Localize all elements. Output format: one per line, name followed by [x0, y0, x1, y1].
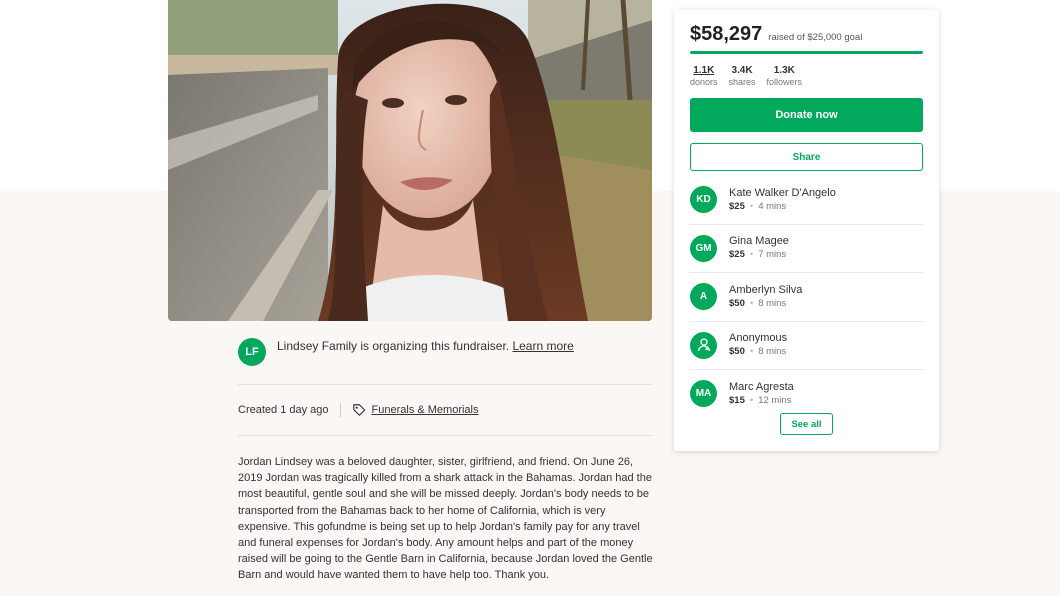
- stat-label: followers: [766, 77, 803, 87]
- divider-bottom: [238, 435, 652, 436]
- progress-fill: [690, 51, 923, 54]
- see-all-button[interactable]: See all: [780, 413, 833, 435]
- campaign-stats: 1.1K donors 3.4K shares 1.3K followers: [690, 65, 813, 88]
- donor-avatar: KD: [690, 186, 717, 214]
- donor-avatar: A: [690, 283, 717, 311]
- donation-item: GM Gina Magee $25 • 7 mins: [690, 225, 923, 273]
- donation-item: KD Kate Walker D'Angelo $25 • 4 mins: [690, 176, 923, 225]
- donation-time: 12 mins: [758, 394, 792, 406]
- donor-name: Kate Walker D'Angelo: [729, 186, 836, 199]
- donor-avatar: [690, 331, 717, 359]
- donor-name: Gina Magee: [729, 235, 789, 248]
- stat-label: shares: [728, 77, 756, 87]
- donor-name: Amberlyn Silva: [729, 283, 803, 296]
- donation-info: Anonymous $50 • 8 mins: [729, 331, 787, 359]
- donation-info: Gina Magee $25 • 7 mins: [729, 234, 789, 262]
- campaign-story: Jordan Lindsey was a beloved daughter, s…: [238, 456, 653, 582]
- donation-item: A Amberlyn Silva $50 • 8 mins: [690, 273, 923, 322]
- dot-separator: •: [749, 394, 754, 406]
- stat-label: donors: [690, 77, 718, 87]
- donate-now-button[interactable]: Donate now: [690, 98, 923, 132]
- donation-details: $50 • 8 mins: [729, 345, 787, 359]
- donation-details: $25 • 7 mins: [729, 248, 789, 262]
- stat-value: 1.1K: [693, 65, 715, 76]
- meta-separator: [339, 403, 341, 417]
- donation-details: $50 • 8 mins: [729, 297, 802, 311]
- category-link[interactable]: Funerals & Memorials: [372, 404, 479, 416]
- donation-time: 7 mins: [758, 249, 787, 261]
- donation-time: 8 mins: [758, 297, 787, 309]
- goal-text: raised of $25,000 goal: [768, 32, 863, 43]
- recent-donations-list: KD Kate Walker D'Angelo $25 • 4 mins GM Gi…: [690, 176, 923, 418]
- dot-separator: •: [749, 346, 754, 358]
- donation-info: Marc Agresta $15 • 12 mins: [729, 380, 794, 408]
- dot-separator: •: [749, 297, 754, 309]
- tag-icon: [352, 404, 365, 416]
- divider-top: [238, 384, 652, 385]
- dot-separator: •: [749, 200, 754, 212]
- donor-avatar: GM: [690, 234, 717, 262]
- share-button[interactable]: Share: [690, 143, 923, 171]
- stat-shares: 3.4K shares: [729, 65, 756, 88]
- donation-item: MA Marc Agresta $15 • 12 mins: [690, 370, 923, 418]
- donation-info: Kate Walker D'Angelo $25 • 4 mins: [729, 186, 836, 214]
- progress-bar: [690, 51, 923, 54]
- donation-amount: $25: [729, 249, 745, 261]
- learn-more-link[interactable]: Learn more: [512, 339, 573, 353]
- organizer-row: LF Lindsey Family is organizing this fun…: [238, 338, 574, 366]
- donation-time: 8 mins: [758, 346, 787, 358]
- donation-time: 4 mins: [758, 200, 787, 212]
- donation-amount: $25: [729, 200, 745, 212]
- donation-info: Amberlyn Silva $50 • 8 mins: [729, 283, 802, 311]
- stat-value: 3.4K: [731, 65, 753, 76]
- organizer-avatar[interactable]: LF: [238, 338, 266, 366]
- stat-value: 1.3K: [773, 65, 795, 76]
- donation-details: $15 • 12 mins: [729, 394, 794, 408]
- donation-details: $25 • 4 mins: [729, 200, 836, 214]
- donation-amount: $50: [729, 346, 745, 358]
- organizer-text: Lindsey Family is organizing this fundra…: [277, 339, 574, 353]
- donation-amount: $50: [729, 297, 745, 309]
- donor-name: Anonymous: [729, 332, 788, 345]
- donor-name: Marc Agresta: [729, 380, 794, 393]
- donor-avatar: MA: [690, 380, 717, 408]
- anonymous-user-icon: [697, 338, 710, 352]
- donation-amount: $15: [729, 394, 745, 406]
- organizer-statement: Lindsey Family is organizing this fundra…: [277, 339, 510, 353]
- donation-item: Anonymous $50 • 8 mins: [690, 322, 923, 370]
- campaign-photo: [168, 0, 652, 321]
- stat-followers: 1.3K followers: [767, 65, 803, 88]
- stat-donors[interactable]: 1.1K donors: [690, 65, 718, 88]
- dot-separator: •: [749, 249, 754, 261]
- donation-sidebar: $58,297 raised of $25,000 goal 1.1K dono…: [674, 10, 939, 451]
- created-date: Created 1 day ago: [238, 404, 329, 416]
- amount-raised: $58,297 raised of $25,000 goal: [690, 23, 862, 46]
- campaign-meta: Created 1 day ago Funerals & Memorials: [238, 403, 479, 417]
- raised-amount: $58,297: [690, 23, 763, 45]
